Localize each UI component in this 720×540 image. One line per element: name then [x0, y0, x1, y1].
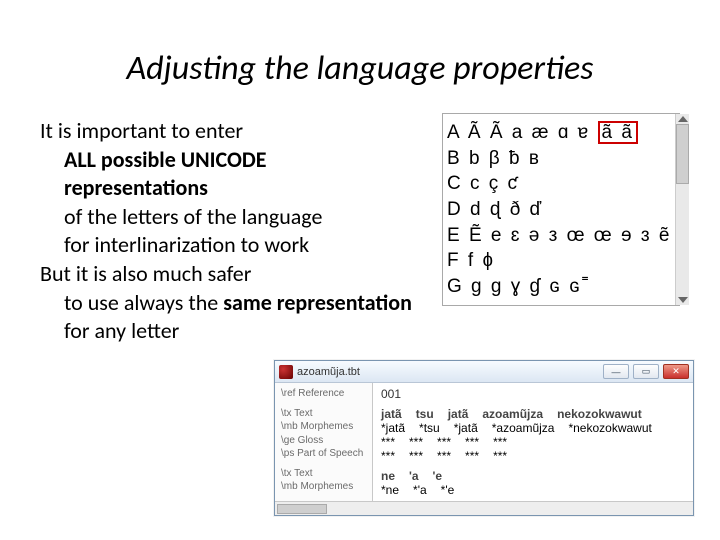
value-ps: *************** — [381, 449, 685, 463]
para1-bold2: representations — [64, 174, 208, 201]
para1-line4: for interlinarization to work — [64, 231, 309, 258]
minimize-button[interactable]: — — [603, 364, 629, 379]
maximize-button[interactable]: ▭ — [633, 364, 659, 379]
para1-line3: of the letters of the language — [64, 203, 322, 230]
para2-post: for any letter — [64, 317, 179, 344]
char-row-d[interactable]: D d ɖ ð ď — [447, 197, 671, 223]
char-row-g[interactable]: G g ɡ ɣ ɠ ɢ ɢ˭ — [447, 274, 671, 300]
label-tx2: \tx Text — [281, 467, 366, 481]
label-ps: \ps Part of Speech — [281, 447, 366, 461]
label-mb2: \mb Morphemes — [281, 480, 366, 494]
para2-line1: But it is also much safer — [40, 260, 424, 289]
value-tx1: jatãtsujatãazoamũjzanekozokwawut — [381, 407, 685, 421]
char-row-a[interactable]: A Ã Ã a æ ɑ ɐ ã ã — [447, 120, 671, 146]
vertical-scrollbar[interactable] — [675, 114, 689, 305]
scroll-down-icon[interactable] — [678, 297, 688, 303]
char-row-f[interactable]: F f ɸ — [447, 248, 671, 274]
horizontal-scrollbar[interactable] — [275, 501, 693, 515]
scroll-thumb[interactable] — [676, 124, 689, 184]
character-panel: A Ã Ã a æ ɑ ɐ ã ã B b β ƀ в C c ç ƈ D d … — [442, 113, 680, 306]
field-labels: \ref Reference \tx Text \mb Morphemes \g… — [275, 383, 373, 501]
para2-bold: same representation — [223, 289, 412, 316]
content-row: It is important to enter ALL possible UN… — [0, 113, 720, 346]
slide-title: Adjusting the language properties — [0, 0, 720, 113]
label-tx1: \tx Text — [281, 407, 366, 421]
char-row-e[interactable]: E Ẽ e ɛ ə з œ œ ɘ ɜ ẽ — [447, 223, 671, 249]
value-ge: *************** — [381, 435, 685, 449]
highlighted-chars: ã ã — [598, 121, 638, 144]
para1-line1: It is important to enter — [40, 117, 424, 146]
char-row-b[interactable]: B b β ƀ в — [447, 146, 671, 172]
char-a-pre: A Ã Ã a æ ɑ ɐ — [447, 122, 590, 143]
char-row-c[interactable]: C c ç ƈ — [447, 171, 671, 197]
para1-bold1: ALL possible UNICODE — [64, 146, 266, 173]
hscroll-thumb[interactable] — [277, 504, 327, 514]
scroll-up-icon[interactable] — [678, 116, 688, 122]
para2-pre: to use always the — [64, 289, 223, 316]
label-ref: \ref Reference — [281, 387, 366, 401]
value-mb2: *ne*'a*'e — [381, 483, 685, 497]
window-body: \ref Reference \tx Text \mb Morphemes \g… — [275, 383, 693, 501]
close-button[interactable]: ✕ — [663, 364, 689, 379]
value-mb1: *jatã*tsu*jatã*azoamũjza*nekozokwawut — [381, 421, 685, 435]
app-icon — [279, 365, 293, 379]
label-mb1: \mb Morphemes — [281, 420, 366, 434]
value-tx2: ne'a'e — [381, 469, 685, 483]
window-titlebar[interactable]: azoamũja.tbt — ▭ ✕ — [275, 361, 693, 383]
value-ref: 001 — [381, 387, 685, 401]
body-text: It is important to enter ALL possible UN… — [40, 113, 424, 346]
label-ge: \ge Gloss — [281, 434, 366, 448]
toolbox-window: azoamũja.tbt — ▭ ✕ \ref Reference \tx Te… — [274, 360, 694, 516]
character-list[interactable]: A Ã Ã a æ ɑ ɐ ã ã B b β ƀ в C c ç ƈ D d … — [443, 114, 675, 305]
field-values[interactable]: 001 jatãtsujatãazoamũjzanekozokwawut *ja… — [373, 383, 693, 501]
window-title: azoamũja.tbt — [297, 366, 599, 378]
